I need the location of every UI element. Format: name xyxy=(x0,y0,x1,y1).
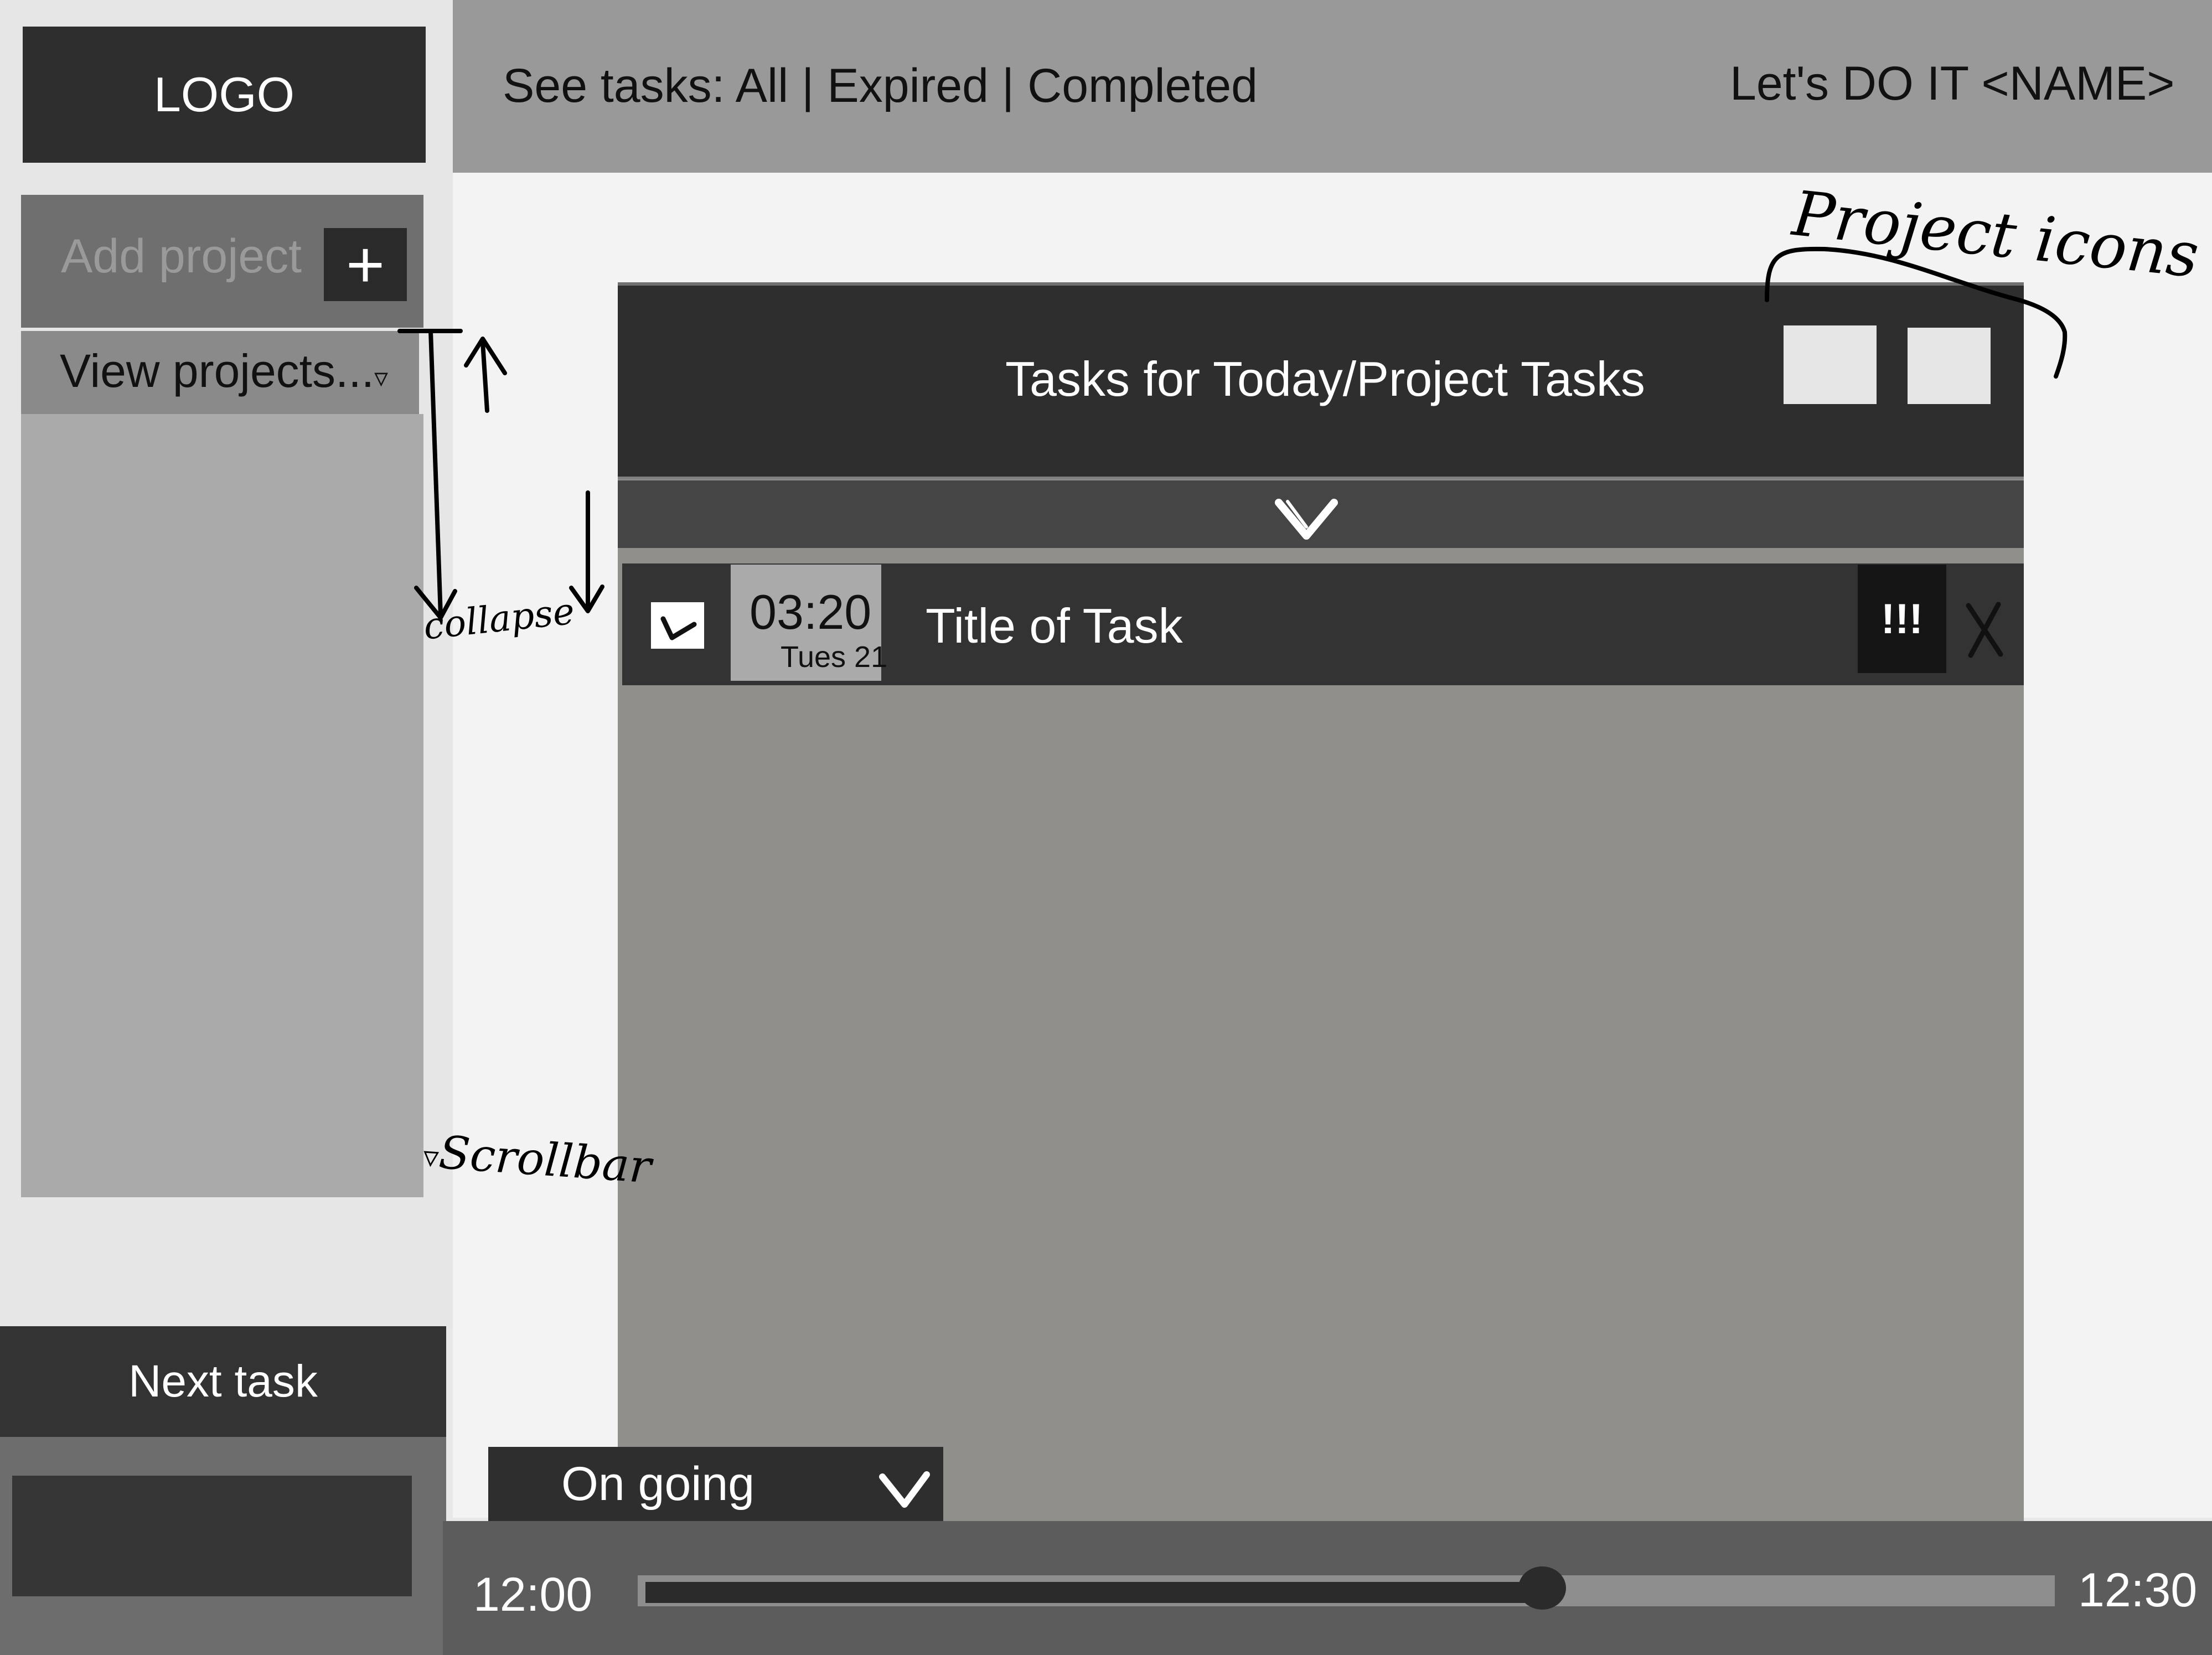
add-project-button[interactable]: + xyxy=(324,228,407,301)
collapse-marker-icon: ▿ xyxy=(374,362,389,393)
checkmark-icon xyxy=(660,616,697,640)
timeline-start-time: 12:00 xyxy=(473,1568,593,1621)
next-task-slot[interactable] xyxy=(12,1476,412,1596)
view-projects-label: View projects...▿ xyxy=(60,345,389,397)
logo: LOGO xyxy=(23,27,426,163)
plus-icon: + xyxy=(345,227,385,302)
timeline-slider-handle[interactable] xyxy=(1518,1566,1567,1610)
priority-badge[interactable]: !!! xyxy=(1858,565,1946,673)
timeline-progress xyxy=(645,1582,1543,1603)
add-project-placeholder: Add project xyxy=(61,230,302,283)
timeline-end-time: 12:30 xyxy=(2078,1564,2198,1617)
panel-title: Tasks for Today/Project Tasks xyxy=(1005,351,1645,406)
close-icon[interactable] xyxy=(1960,597,2009,663)
user-greeting: Let's DO IT <NAME> xyxy=(1730,57,2175,110)
task-time: 03:20 xyxy=(750,585,872,639)
task-checkbox[interactable] xyxy=(651,602,704,649)
chevron-down-icon[interactable] xyxy=(877,1468,932,1510)
task-title[interactable]: Title of Task xyxy=(926,597,1183,655)
task-filter-links[interactable]: See tasks: All | Expired | Completed xyxy=(503,55,1258,117)
projects-list[interactable] xyxy=(21,414,423,1197)
task-date: Tues 21 xyxy=(781,640,888,674)
next-task-title: Next task xyxy=(0,1326,446,1437)
project-icon[interactable] xyxy=(1908,328,1991,404)
chevron-down-icon[interactable] xyxy=(1268,492,1345,547)
project-icon[interactable] xyxy=(1784,325,1877,404)
status-value: On going xyxy=(561,1457,755,1511)
